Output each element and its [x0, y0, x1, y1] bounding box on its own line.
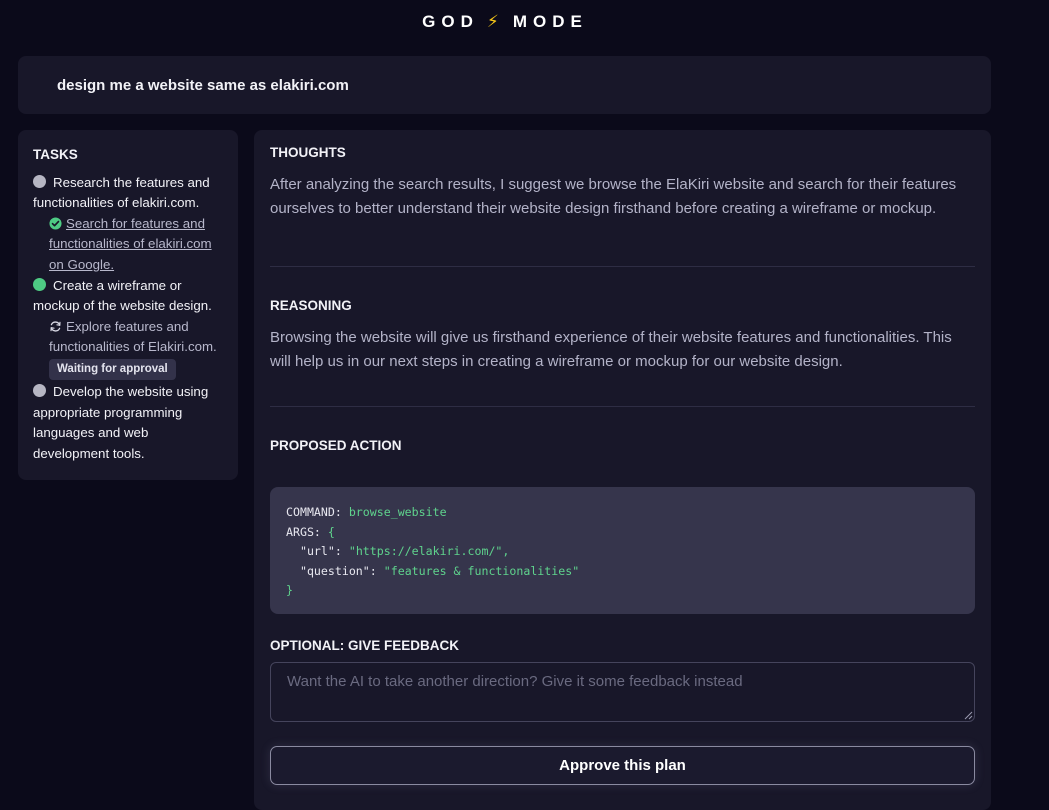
thoughts-title: THOUGHTS	[270, 145, 346, 160]
args-label: ARGS:	[286, 524, 321, 539]
task-label: Research the features and functionalitie…	[33, 174, 210, 211]
task-status-active-icon	[33, 277, 46, 291]
task-item: Research the features and functionalitie…	[33, 173, 226, 214]
args-open-brace: {	[327, 524, 335, 539]
tasks-panel: TASKS Research the features and function…	[18, 130, 238, 480]
command-label: COMMAND:	[286, 505, 342, 519]
app-title-left: GOD	[422, 12, 479, 31]
prompt-bar: design me a website same as elakiri.com	[18, 56, 991, 114]
task-item: Create a wireframe or mockup of the webs…	[33, 276, 226, 317]
task-label: Create a wireframe or mockup of the webs…	[33, 277, 212, 314]
resize-grip-icon[interactable]	[963, 710, 973, 720]
arg-value: "features & functionalities"	[383, 563, 580, 578]
thoughts-text: After analyzing the search results, I su…	[270, 176, 957, 217]
proposed-action-title: PROPOSED ACTION	[270, 438, 402, 453]
sync-icon	[50, 321, 61, 332]
lightning-bolt-icon: ⚡	[486, 12, 499, 31]
reasoning-section: REASONING Browsing the website will give…	[270, 267, 975, 388]
proposed-action-section: PROPOSED ACTION	[270, 407, 975, 453]
app-title: GOD ⚡ MODE	[0, 0, 1010, 44]
subtask-link[interactable]: Search for features and functionalities …	[49, 216, 212, 272]
task-label: Develop the website using appropriate pr…	[33, 383, 209, 461]
command-value: browse_website	[348, 505, 447, 519]
subtask-item: Explore features and functionalities of …	[33, 317, 226, 358]
command-code-block: COMMAND: browse_website ARGS: { "url": "…	[270, 487, 975, 614]
check-circle-icon	[49, 217, 62, 230]
arg-value: "https://elakiri.com/",	[348, 544, 510, 558]
arg-key: "question"	[299, 563, 370, 578]
reasoning-title: REASONING	[270, 298, 352, 313]
status-badge: Waiting for approval	[49, 358, 176, 380]
task-status-pending-icon	[33, 383, 46, 397]
feedback-textarea[interactable]	[270, 662, 975, 722]
subtask-label: Explore features and functionalities of …	[49, 318, 217, 355]
feedback-title: OPTIONAL: GIVE FEEDBACK	[270, 638, 460, 653]
tasks-title: TASKS	[33, 147, 78, 162]
task-status-pending-icon	[33, 174, 46, 188]
prompt-text: design me a website same as elakiri.com	[57, 76, 349, 94]
arg-key: "url"	[299, 544, 335, 558]
args-close-brace: }	[286, 583, 293, 597]
approve-plan-button[interactable]: Approve this plan	[270, 746, 975, 785]
reasoning-text: Browsing the website will give us firsth…	[270, 329, 952, 370]
subtask-item[interactable]: Search for features and functionalities …	[33, 214, 226, 276]
thoughts-section: THOUGHTS After analyzing the search resu…	[270, 145, 975, 266]
task-item: Develop the website using appropriate pr…	[33, 382, 226, 464]
main-panel: THOUGHTS After analyzing the search resu…	[254, 130, 991, 810]
app-title-right: MODE	[512, 12, 588, 31]
